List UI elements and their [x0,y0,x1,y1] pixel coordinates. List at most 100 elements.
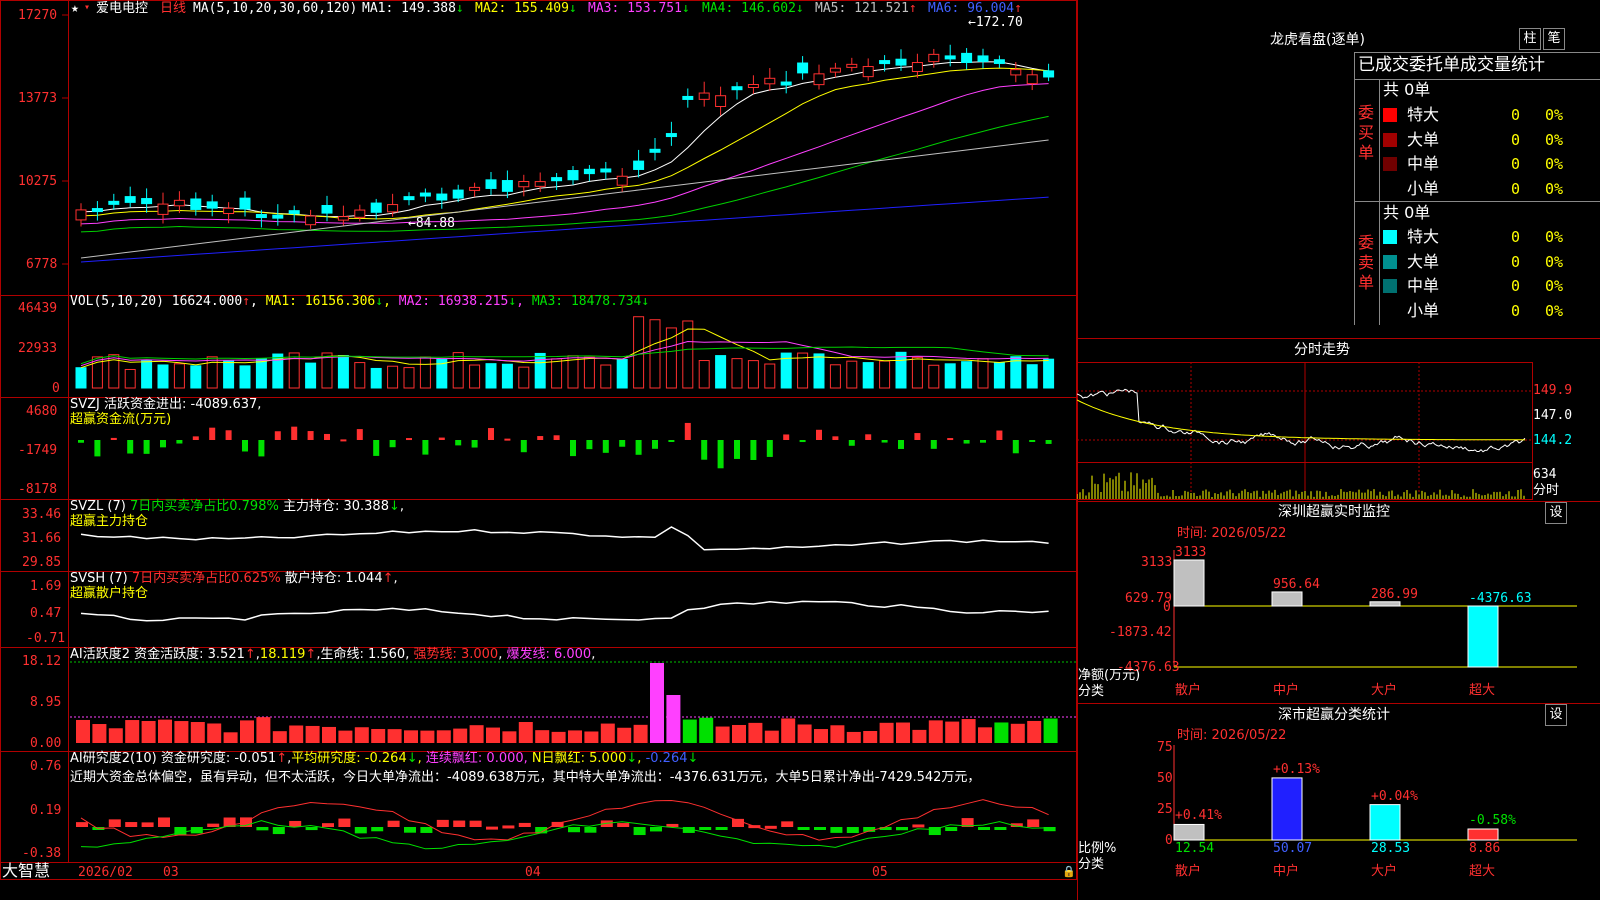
candle [485,179,497,189]
candle [698,92,710,100]
tab-tick[interactable]: 笔 [1543,28,1565,50]
flow-bar [242,440,248,452]
candle [846,63,858,68]
flow-bar [1012,440,1019,454]
research-bar [338,818,351,827]
period-label[interactable]: 日线 [160,1,186,16]
ai1-axis-label: 18.12 [22,654,62,669]
candle [633,160,645,170]
svzj-axis-label: -8178 [18,482,58,497]
flow-bar [373,440,380,456]
flow-bar [930,440,937,449]
intraday-chart[interactable] [1077,362,1600,502]
flow-bar [734,440,740,459]
volume-bar [485,363,497,389]
candle [944,55,956,60]
price-axis-label: 13773 [18,91,58,106]
svzj-axis-label: 4680 [26,404,58,419]
sell-row-pct: 0% [1545,277,1564,295]
activity-bar [125,720,140,743]
flow-bar [783,434,790,440]
volume-bar [1026,364,1038,389]
class-bar [1271,777,1303,841]
activity-bar [535,730,550,743]
research-bar [830,827,843,833]
sz-monitor-ylabel: 净额(万元) [1078,668,1141,683]
activity-bar [256,717,271,743]
activity-bar [420,730,435,743]
buy-total: 共 0单 [1383,80,1431,99]
candle [75,209,87,221]
flow-bar [816,429,822,440]
candle [419,192,431,197]
low-price-mark: ←84.88 [408,216,455,231]
sell-orders-label: 委卖单 [1358,233,1375,292]
flow-bar [652,440,658,449]
star-icon[interactable]: ★ [71,1,79,16]
sz-class-title: 深市超赢分类统计 [1278,707,1390,723]
svzl-subtitle: 超赢主力持仓 [70,514,149,529]
ma3-line [80,83,1049,225]
sell-row-count: 0 [1511,252,1521,271]
activity-bar [699,717,714,743]
candle [387,204,399,213]
candle [239,197,251,210]
volume-bar [305,362,317,389]
ma2-line [80,67,1049,220]
sz-class-ylabel: 比例% [1078,841,1117,856]
class-value-label: 28.53 [1371,841,1411,856]
candle [321,205,333,214]
candle [715,95,727,108]
ma1-line [80,61,1049,218]
ma4-value: MA4: 146.602↓ [702,1,804,16]
buy-color-swatch [1383,132,1397,147]
research-bar [272,827,285,835]
sell-color-swatch [1383,279,1397,293]
sz-class-settings-button[interactable]: 设 [1545,704,1567,726]
activity-bar [978,727,992,743]
research-bar [436,819,449,827]
sz-class-chart [1173,745,1577,841]
flow-bar [996,430,1003,440]
monitor-value-label: 3133 [1175,545,1207,560]
sz-monitor-settings-button[interactable]: 设 [1545,502,1567,524]
monitor-category-label: 大户 [1371,683,1398,698]
research-bar [108,819,121,827]
date-axis-label: 05 [872,865,888,880]
research-bar [814,827,826,830]
sz-class-axis: 50 [1157,771,1173,786]
activity-bar [387,729,402,743]
candle [108,200,120,205]
monitor-value-label: 956.64 [1273,576,1320,592]
activity-bar [469,725,484,743]
flow-bar [471,440,478,448]
volume-bar [895,351,907,389]
flow-bar [553,435,560,440]
price-axis-label: 6778 [26,257,58,272]
sell-color-swatch [1383,303,1397,318]
candle [190,198,202,210]
expand-icon[interactable]: ▾ [84,0,90,15]
volume-bar [419,356,431,389]
flow-bar [356,429,363,440]
candle [206,201,218,209]
flow-bar [668,440,675,442]
ma6-line [80,196,1049,263]
flow-bar [602,440,609,453]
candle [534,181,546,187]
activity-bar [1010,723,1025,743]
sell-color-swatch [1383,254,1397,269]
tab-bar-chart[interactable]: 柱 [1519,28,1541,50]
svsh-label: SVSH (7) 7日内买卖净占比0.625% 散户持仓: 1.044↑, [70,571,398,586]
flow-bar [1029,440,1036,442]
ma5-value: MA5: 121.521↑ [815,1,917,16]
sell-row-count: 0 [1511,301,1521,320]
flow-bar [750,440,757,460]
volume-bar [731,358,743,389]
volume-bar [518,366,530,389]
volume-bar [403,367,415,389]
candle [436,193,448,201]
volume-bar [534,352,546,389]
research-bar [256,827,269,831]
lock-icon[interactable]: 🔒 [1062,864,1076,879]
